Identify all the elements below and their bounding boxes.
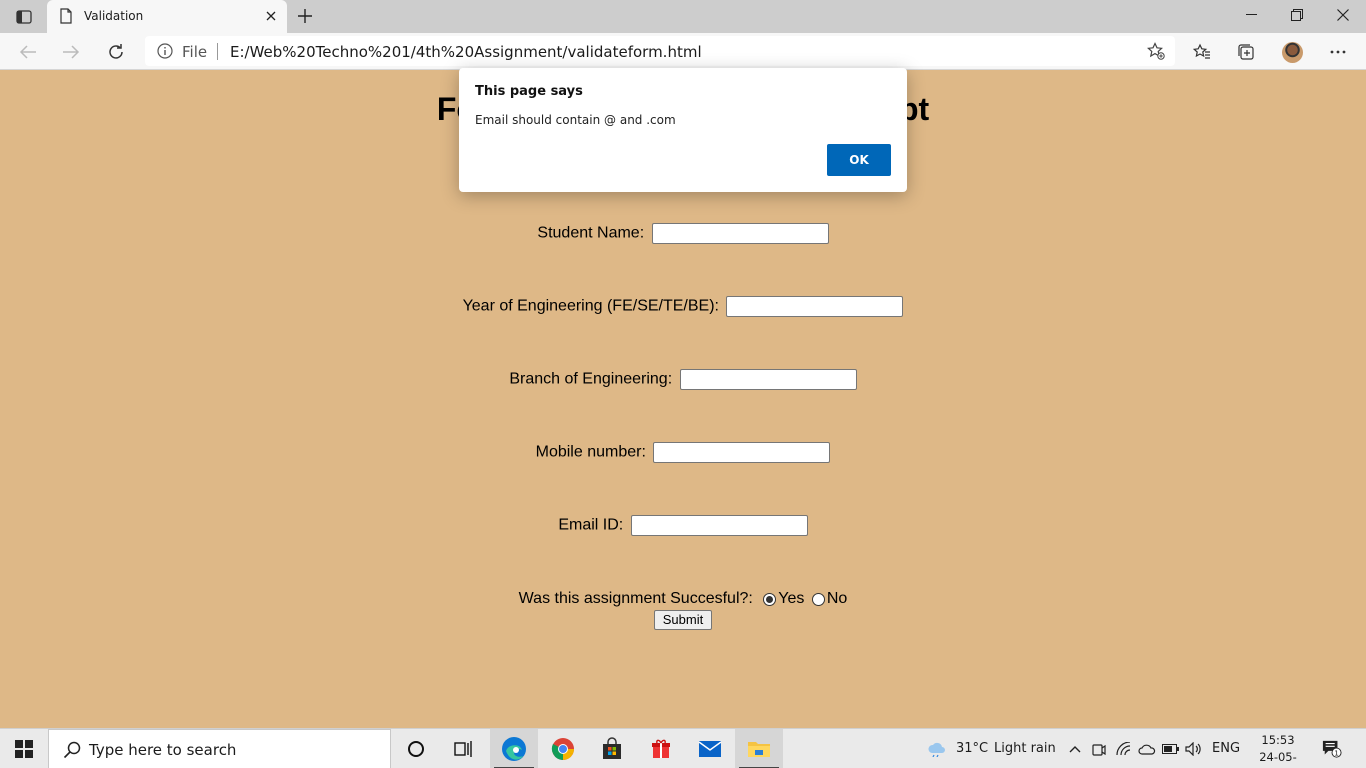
more-options-icon[interactable] — [1326, 40, 1350, 64]
address-scheme: File — [182, 43, 208, 61]
radio-no[interactable] — [811, 592, 825, 606]
notification-count: 1 — [1334, 748, 1339, 757]
tab-title: Validation — [84, 9, 144, 23]
favorites-icon[interactable] — [1190, 40, 1214, 64]
browser-titlebar: Validation — [0, 0, 1366, 33]
dialog-message: Email should contain @ and .com — [475, 113, 676, 127]
branch-input[interactable] — [679, 369, 857, 390]
email-input[interactable] — [630, 515, 808, 536]
volume-icon[interactable] — [1184, 739, 1204, 759]
mobile-row: Mobile number: — [0, 442, 1366, 463]
minimize-icon[interactable] — [1228, 0, 1274, 30]
windows-start-icon[interactable] — [0, 729, 48, 768]
submit-button[interactable]: Submit — [654, 610, 712, 630]
wifi-icon[interactable] — [1114, 739, 1134, 759]
email-label: Email ID: — [558, 516, 624, 534]
refresh-icon[interactable] — [101, 37, 131, 67]
success-row: Was this assignment Succesful?: Yes No — [0, 590, 1366, 608]
mobile-input[interactable] — [653, 442, 831, 463]
student-name-row: Student Name: — [0, 223, 1366, 244]
system-clock[interactable]: 15:53 24-05-2021 — [1248, 732, 1308, 768]
store-icon[interactable] — [588, 729, 636, 768]
tab-actions-icon[interactable] — [10, 6, 38, 28]
file-explorer-icon[interactable] — [735, 729, 783, 768]
address-url[interactable]: E:/Web%20Techno%201/4th%20Assignment/val… — [230, 43, 702, 61]
address-bar[interactable]: File E:/Web%20Techno%201/4th%20Assignmen… — [145, 36, 1175, 66]
student-name-label: Student Name: — [537, 224, 645, 242]
forward-icon[interactable] — [56, 37, 86, 67]
language-indicator[interactable]: ENG — [1212, 741, 1240, 756]
meet-now-icon[interactable] — [1089, 739, 1109, 759]
weather-temp[interactable]: 31°C — [956, 741, 988, 756]
chevron-up-icon[interactable] — [1065, 739, 1085, 759]
new-tab-icon[interactable] — [294, 5, 316, 27]
year-input[interactable] — [726, 296, 904, 317]
weather-desc[interactable]: Light rain — [994, 741, 1056, 756]
restore-icon[interactable] — [1274, 0, 1320, 30]
close-window-icon[interactable] — [1320, 0, 1366, 30]
back-icon[interactable] — [13, 37, 43, 67]
mail-icon[interactable] — [686, 729, 734, 768]
radio-yes[interactable] — [763, 592, 777, 606]
browser-tab[interactable]: Validation — [47, 0, 287, 33]
page-icon — [59, 8, 73, 29]
branch-label: Branch of Engineering: — [509, 370, 673, 388]
notification-icon[interactable]: 1 — [1322, 739, 1342, 759]
taskbar-search[interactable]: Type here to search — [48, 729, 391, 768]
cortana-icon[interactable] — [392, 729, 440, 768]
weather-icon[interactable] — [927, 739, 947, 759]
clock-date: 24-05-2021 — [1259, 750, 1297, 768]
collections-icon[interactable] — [1234, 40, 1258, 64]
radio-yes-label: Yes — [778, 590, 805, 607]
radio-no-label: No — [826, 590, 848, 607]
add-favorite-icon[interactable] — [1147, 42, 1165, 65]
year-label: Year of Engineering (FE/SE/TE/BE): — [462, 297, 719, 315]
alert-dialog: This page says Email should contain @ an… — [459, 68, 907, 192]
tab-close-icon[interactable] — [263, 8, 279, 24]
task-view-icon[interactable] — [440, 729, 488, 768]
profile-avatar[interactable] — [1282, 42, 1303, 63]
mobile-label: Mobile number: — [535, 443, 646, 461]
onedrive-icon[interactable] — [1137, 739, 1157, 759]
chrome-icon[interactable] — [539, 729, 587, 768]
gift-icon[interactable] — [637, 729, 685, 768]
success-question: Was this assignment Succesful?: — [518, 590, 753, 607]
search-placeholder: Type here to search — [89, 741, 237, 759]
dialog-title: This page says — [475, 84, 583, 99]
browser-toolbar: File E:/Web%20Techno%201/4th%20Assignmen… — [0, 33, 1366, 70]
address-separator — [217, 43, 218, 60]
clock-time: 15:53 — [1261, 733, 1295, 747]
battery-icon[interactable] — [1161, 739, 1181, 759]
ok-button[interactable]: OK — [827, 144, 891, 176]
email-row: Email ID: — [0, 515, 1366, 536]
student-name-input[interactable] — [651, 223, 829, 244]
info-icon[interactable] — [157, 43, 173, 64]
windows-taskbar: Type here to search 31°C Light rain ENG … — [0, 728, 1366, 768]
edge-icon[interactable] — [490, 729, 538, 768]
year-row: Year of Engineering (FE/SE/TE/BE): — [0, 296, 1366, 317]
search-icon — [63, 741, 81, 764]
branch-row: Branch of Engineering: — [0, 369, 1366, 390]
